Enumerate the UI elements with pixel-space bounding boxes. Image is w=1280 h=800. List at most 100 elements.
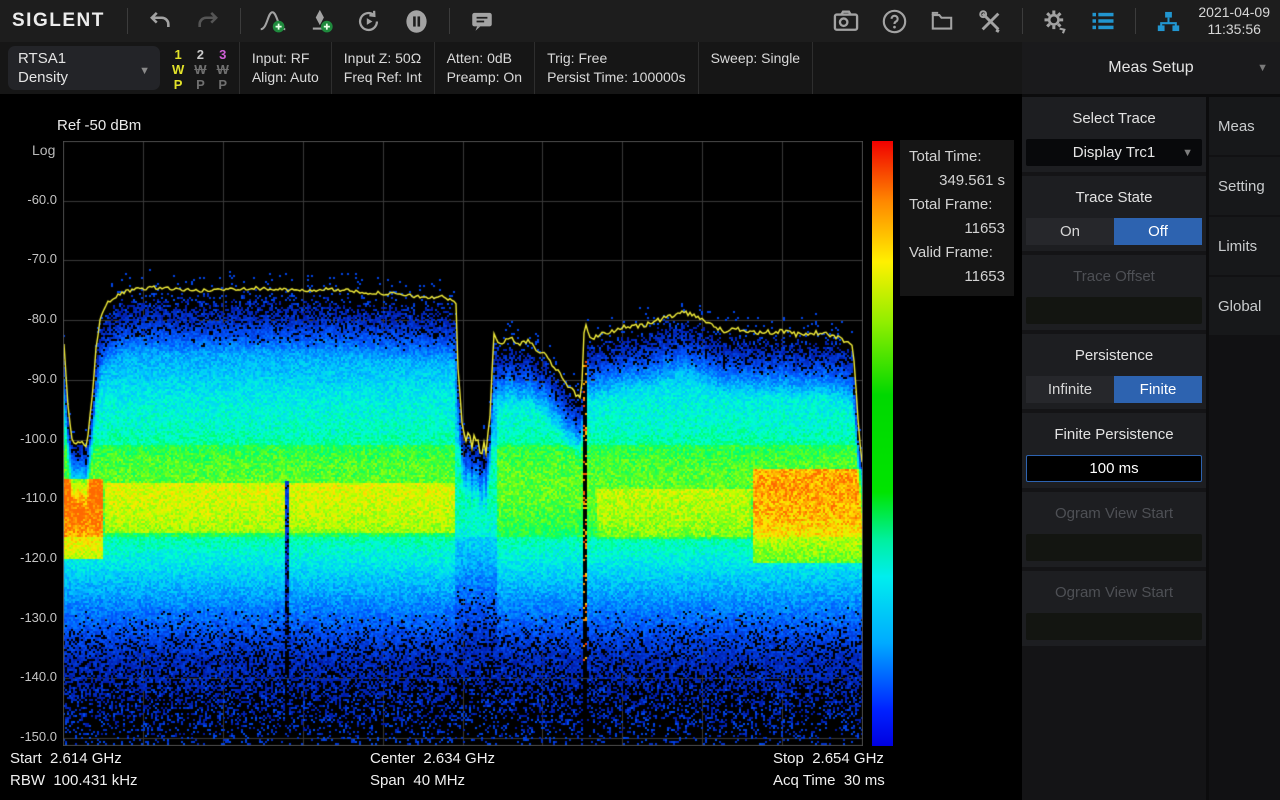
info-value: 349.561 s (909, 169, 1005, 193)
menu-block-label: Ogram View Start (1022, 571, 1206, 601)
menu-block-finite-persistence: Finite Persistence 100 ms (1022, 413, 1206, 488)
status-cell-line2: Align: Auto (252, 68, 319, 87)
scale-mode-label: Log (32, 142, 55, 158)
finite-persistence-input[interactable]: 100 ms (1026, 455, 1202, 482)
trace-number: 1 (175, 47, 182, 62)
y-axis-tick-label: -80.0 (0, 311, 57, 326)
toolbar-divider (1135, 8, 1136, 34)
status-cell-line1: Input Z: 50Ω (344, 49, 422, 68)
info-value: 11653 (909, 265, 1005, 289)
side-tab-setting[interactable]: Setting (1209, 157, 1280, 215)
menu-block-trace-state: Trace StateOnOff (1022, 176, 1206, 251)
y-axis-tick-label: -70.0 (0, 251, 57, 266)
freq-label: RBW 100.431 kHz (10, 770, 138, 792)
top-toolbar: SIGLENT (0, 0, 1280, 42)
side-tab-limits[interactable]: Limits (1209, 217, 1280, 275)
date-label: 2021-04-09 (1198, 4, 1270, 21)
replay-button[interactable] (354, 6, 384, 36)
trace-mode: P (196, 77, 205, 92)
info-value: 11653 (909, 217, 1005, 241)
toolbar-divider (240, 8, 241, 34)
settings-status-bar: RTSA1 Density ▼ 1WP2WP3WP Input: RFAlign… (0, 42, 1022, 96)
pause-button[interactable] (402, 6, 432, 36)
datetime-display: 2021-04-09 11:35:56 (1192, 4, 1280, 38)
toggle-option-off[interactable]: Off (1114, 218, 1202, 245)
menu-block-trace-offset: Trace Offset (1022, 255, 1206, 330)
status-cell-line1: Atten: 0dB (447, 49, 522, 68)
trace-indicator-1[interactable]: 1WP (172, 47, 184, 94)
info-label: Total Frame: (909, 193, 1005, 217)
menu-block-select-trace: Select TraceDisplay Trc1▼ (1022, 97, 1206, 172)
menu-block-label: Finite Persistence (1022, 413, 1206, 443)
status-cell[interactable]: Atten: 0dBPreamp: On (434, 42, 534, 94)
menu-block-ogram-view-start: Ogram View Start (1022, 571, 1206, 646)
chevron-down-icon: ▼ (139, 65, 150, 77)
menu-blocks: Select TraceDisplay Trc1▼Trace StateOnOf… (1022, 97, 1206, 650)
y-axis-tick-label: -140.0 (0, 669, 57, 684)
trace-number: 2 (197, 47, 204, 62)
side-tab-global[interactable]: Global (1209, 277, 1280, 335)
y-axis-tick-label: -120.0 (0, 550, 57, 565)
status-cell[interactable]: Sweep: Single (698, 42, 814, 94)
status-cell-line1: Sweep: Single (711, 49, 801, 68)
freq-label: Span 40 MHz (370, 770, 495, 792)
add-marker-button[interactable] (306, 6, 336, 36)
trace-mode: P (218, 77, 227, 92)
trace-indicator-2[interactable]: 2WP (194, 47, 206, 94)
mode-selector-dropdown[interactable]: RTSA1 Density ▼ (8, 46, 160, 90)
trace-indicator-3[interactable]: 3WP (217, 47, 229, 94)
toolbar-divider (127, 8, 128, 34)
mode-line1: RTSA1 (18, 49, 68, 68)
network-button[interactable] (1153, 6, 1183, 36)
toggle-option-finite[interactable]: Finite (1114, 376, 1202, 403)
message-button[interactable] (467, 6, 497, 36)
x-axis-info-group: Center 2.634 GHzSpan 40 MHz (370, 748, 495, 792)
trace-indicators[interactable]: 1WP2WP3WP (166, 42, 239, 94)
y-axis-tick-label: -60.0 (0, 192, 57, 207)
undo-button[interactable] (145, 6, 175, 36)
mode-line2: Density (18, 68, 68, 87)
screenshot-button[interactable] (831, 6, 861, 36)
status-cell[interactable]: Input: RFAlign: Auto (239, 42, 331, 94)
status-cell-line2: Persist Time: 100000s (547, 68, 686, 87)
freq-label: Stop 2.654 GHz (773, 748, 885, 770)
add-peak-marker-button[interactable] (258, 6, 288, 36)
side-tab-meas[interactable]: Meas (1209, 97, 1280, 155)
status-cell[interactable]: Trig: FreePersist Time: 100000s (534, 42, 698, 94)
redo-button[interactable] (193, 6, 223, 36)
y-axis-tick-label: -90.0 (0, 371, 57, 386)
menu-list-button[interactable] (1088, 6, 1118, 36)
chevron-down-icon: ▼ (1257, 62, 1268, 74)
freq-label: Start 2.614 GHz (10, 748, 138, 770)
tools-button[interactable] (975, 6, 1005, 36)
select-trace-dropdown[interactable]: Display Trc1▼ (1026, 139, 1202, 166)
y-axis-tick-label: -130.0 (0, 610, 57, 625)
trace-state-toggle: OnOff (1026, 218, 1202, 245)
toolbar-divider (449, 8, 450, 34)
trace-detector: W (172, 62, 184, 77)
density-spectrum-display (63, 141, 863, 746)
toggle-option-on[interactable]: On (1026, 218, 1114, 245)
y-axis-tick-label: -110.0 (0, 490, 57, 505)
status-cell[interactable]: Input Z: 50ΩFreq Ref: Int (331, 42, 434, 94)
ogram-view-start-input (1026, 613, 1202, 640)
help-button[interactable] (879, 6, 909, 36)
density-colorbar (872, 141, 893, 746)
ref-level-label: Ref -50 dBm (57, 117, 141, 134)
toggle-option-infinite[interactable]: Infinite (1026, 376, 1114, 403)
trace-offset-input (1026, 297, 1202, 324)
freq-label: Center 2.634 GHz (370, 748, 495, 770)
trace-detector: W (217, 62, 229, 77)
menu-title-dropdown[interactable]: Meas Setup ▼ (1022, 42, 1280, 94)
file-button[interactable] (927, 6, 957, 36)
system-settings-button[interactable] (1040, 6, 1070, 36)
x-axis-info-group: Stop 2.654 GHzAcq Time 30 ms (773, 748, 885, 792)
x-axis-info-group: Start 2.614 GHzRBW 100.431 kHz (10, 748, 138, 792)
menu-title: Meas Setup (1108, 59, 1193, 77)
freq-label: Acq Time 30 ms (773, 770, 885, 792)
menu-block-label: Trace Offset (1022, 255, 1206, 285)
menu-block-label: Persistence (1022, 334, 1206, 364)
menu-tabs: MeasSettingLimitsGlobal (1209, 97, 1280, 337)
info-label: Valid Frame: (909, 241, 1005, 265)
chevron-down-icon: ▼ (1182, 147, 1193, 159)
